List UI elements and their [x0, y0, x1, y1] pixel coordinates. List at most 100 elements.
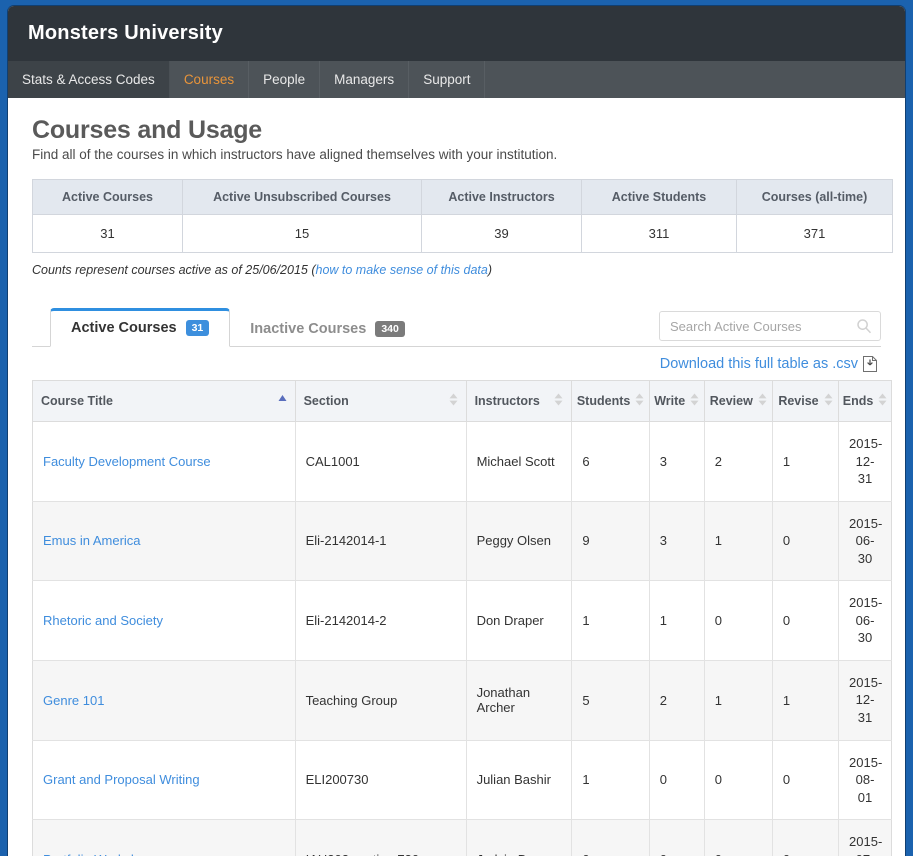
sort-neutral-icon[interactable] [878, 393, 887, 409]
cell-ends: 2015-07-15 [838, 819, 892, 856]
nav-item-support[interactable]: Support [409, 61, 486, 98]
course-title-link[interactable]: Genre 101 [43, 693, 104, 708]
cell-students: 9 [571, 501, 650, 582]
cell-write: 3 [649, 501, 705, 582]
cell-review: 2 [704, 421, 773, 502]
download-csv-link[interactable]: Download this full table as .csv [660, 356, 858, 372]
cell-write: 3 [649, 421, 705, 502]
course-title-link[interactable]: Emus in America [43, 533, 141, 548]
counts-note-suffix: ) [487, 263, 492, 277]
page-subtitle: Find all of the courses in which instruc… [32, 147, 558, 162]
sort-ascending-icon[interactable] [278, 393, 287, 409]
search-input[interactable] [668, 317, 856, 335]
sort-neutral-icon[interactable] [824, 393, 833, 409]
cell-students: 0 [571, 819, 650, 856]
courses-header-row: Course Title Section Instructors Students Wr… [32, 380, 892, 422]
search-icon[interactable] [856, 318, 872, 334]
nav-item-stats-access-codes[interactable]: Stats & Access Codes [8, 61, 170, 98]
stats-value-row: 31 15 39 311 371 [32, 214, 893, 253]
column-header-label: Ends [842, 394, 874, 408]
counts-note: Counts represent courses active as of 25… [32, 263, 881, 277]
cell-instructors: Jadzia Dax [466, 819, 573, 856]
table-row: Portfolio Workshop IAH202 section 730Jadz… [32, 819, 892, 856]
brand-title: Monsters University [28, 22, 223, 44]
cell-ends: 2015- 06-30 [838, 501, 892, 582]
download-row: Download this full table as .csv [32, 347, 881, 380]
page-content: Courses and Usage Find all of the course… [8, 98, 905, 856]
nav-item-people[interactable]: People [249, 61, 321, 98]
main-navigation: Stats & Access Codes Courses People Manager… [8, 61, 905, 98]
cell-instructors: Michael Scott [466, 421, 573, 502]
stats-value-cell: 15 [182, 214, 422, 253]
cell-revise: 0 [772, 819, 840, 856]
course-title-link[interactable]: Grant and Proposal Writing [43, 772, 200, 787]
stats-value-cell: 371 [736, 214, 893, 253]
column-header-label: Write [654, 394, 686, 408]
cell-course-title: Rhetoric and Society [32, 580, 296, 661]
cell-review: 0 [704, 580, 773, 661]
column-header-students[interactable]: Students [571, 380, 650, 422]
cell-write: 0 [649, 740, 705, 821]
course-title-link[interactable]: Faculty Development Course [43, 454, 211, 469]
summary-stats-table: Active Courses Active Unsubscribed Course… [32, 179, 893, 253]
sort-neutral-icon[interactable] [635, 393, 644, 409]
stats-header-cell: Active Students [581, 179, 737, 215]
cell-revise: 0 [772, 501, 840, 582]
how-to-make-sense-link[interactable]: how to make sense of this data [316, 263, 488, 277]
column-header-write[interactable]: Write [649, 380, 705, 422]
cell-revise: 0 [772, 580, 840, 661]
cell-ends: 2015- 06-30 [838, 580, 892, 661]
stats-header-cell: Active Courses [32, 179, 183, 215]
download-file-icon[interactable] [862, 355, 878, 373]
nav-item-managers[interactable]: Managers [320, 61, 410, 98]
column-header-course-title[interactable]: Course Title [32, 380, 296, 422]
column-header-label: Instructors [474, 394, 540, 408]
cell-students: 6 [571, 421, 650, 502]
course-title-link[interactable]: Rhetoric and Society [43, 613, 163, 628]
stats-header-cell: Courses (all-time) [736, 179, 893, 215]
tab-inactive-courses-label: Inactive Courses [250, 320, 367, 337]
tab-inactive-courses[interactable]: Inactive Courses 340 [230, 310, 425, 347]
sort-neutral-icon[interactable] [758, 393, 767, 409]
sort-neutral-icon[interactable] [554, 393, 563, 409]
app-window: Monsters University Stats & Access Codes… [8, 6, 905, 856]
stats-header-cell: Active Unsubscribed Courses [182, 179, 422, 215]
courses-table: Course Title Section Instructors Students Wr… [32, 380, 892, 856]
nav-item-courses[interactable]: Courses [170, 61, 250, 98]
search-box[interactable] [659, 311, 881, 341]
cell-section: IAH202 section 730 [295, 819, 467, 856]
cell-review: 1 [704, 501, 773, 582]
column-header-label: Review [709, 394, 753, 408]
column-header-revise[interactable]: Revise [772, 380, 840, 422]
tab-bar: Active Courses 31 Inactive Courses 340 [32, 305, 881, 347]
sort-neutral-icon[interactable] [449, 393, 458, 409]
column-header-instructors[interactable]: Instructors [466, 380, 573, 422]
cell-instructors: Peggy Olsen [466, 501, 573, 582]
cell-review: 1 [704, 660, 773, 741]
cell-ends: 2015- 12-31 [838, 421, 892, 502]
cell-write: 1 [649, 580, 705, 661]
cell-instructors: Julian Bashir [466, 740, 573, 821]
table-row: Grant and Proposal Writing ELI200730 Julia… [32, 740, 892, 821]
cell-course-title: Portfolio Workshop [32, 819, 296, 856]
cell-revise: 0 [772, 740, 840, 821]
cell-revise: 1 [772, 421, 840, 502]
cell-section: ELI200730 [295, 740, 467, 821]
column-header-review[interactable]: Review [704, 380, 773, 422]
column-header-ends[interactable]: Ends [838, 380, 892, 422]
course-title-link[interactable]: Portfolio Workshop [43, 852, 153, 856]
tab-active-courses-count: 31 [185, 319, 210, 336]
stats-value-cell: 39 [421, 214, 582, 253]
column-header-section[interactable]: Section [295, 380, 467, 422]
page-title: Courses and Usage [32, 116, 263, 144]
column-header-label: Revise [778, 394, 819, 408]
tab-active-courses-label: Active Courses [71, 319, 177, 336]
sort-neutral-icon[interactable] [690, 393, 699, 409]
tab-active-courses[interactable]: Active Courses 31 [50, 307, 231, 347]
cell-section: Eli-2142014-1 [295, 501, 467, 582]
table-row: Rhetoric and Society Eli-2142014-2 Don Dra… [32, 580, 892, 661]
counts-note-prefix: Counts represent courses active as of 25… [32, 263, 316, 277]
cell-instructors: Jonathan Archer [466, 660, 573, 741]
stats-header-row: Active Courses Active Unsubscribed Course… [32, 179, 893, 215]
cell-review: 0 [704, 819, 773, 856]
